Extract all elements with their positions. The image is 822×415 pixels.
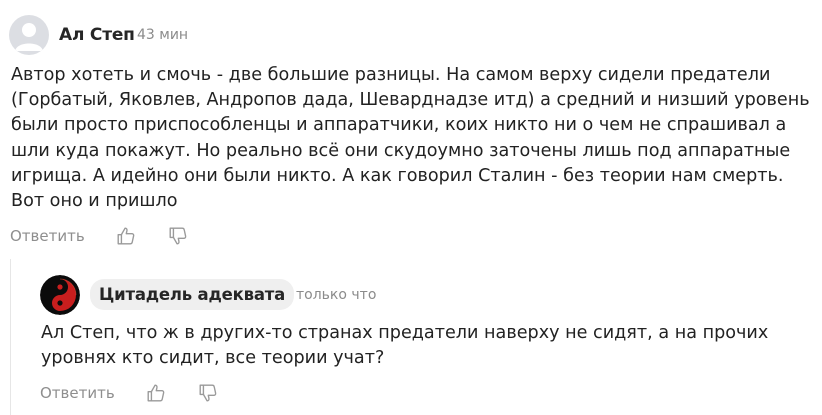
default-user-avatar-icon[interactable] bbox=[9, 15, 49, 55]
reply-button[interactable]: Ответить bbox=[10, 227, 85, 245]
reply-text: Ал Степ, что ж в других-то странах преда… bbox=[41, 323, 769, 369]
comment-timestamp: 43 мин bbox=[137, 27, 189, 43]
reply-button[interactable]: Ответить bbox=[40, 384, 115, 402]
reply-author-name[interactable]: Цитадель адеквата bbox=[90, 279, 295, 310]
reply-actions: Ответить bbox=[40, 382, 219, 404]
comment-actions: Ответить bbox=[10, 225, 189, 247]
thumbs-down-icon[interactable] bbox=[167, 225, 189, 247]
thumbs-up-icon[interactable] bbox=[145, 382, 167, 404]
comment-text: Автор хотеть и смочь - две большие разни… bbox=[11, 65, 810, 212]
yin-yang-avatar-icon[interactable] bbox=[40, 275, 80, 315]
thumbs-down-icon[interactable] bbox=[197, 382, 219, 404]
reply-thread-line bbox=[10, 259, 11, 415]
thumbs-up-icon[interactable] bbox=[115, 225, 137, 247]
reply-timestamp: только что bbox=[296, 287, 377, 303]
comment-author-name[interactable]: Ал Степ bbox=[59, 25, 135, 45]
